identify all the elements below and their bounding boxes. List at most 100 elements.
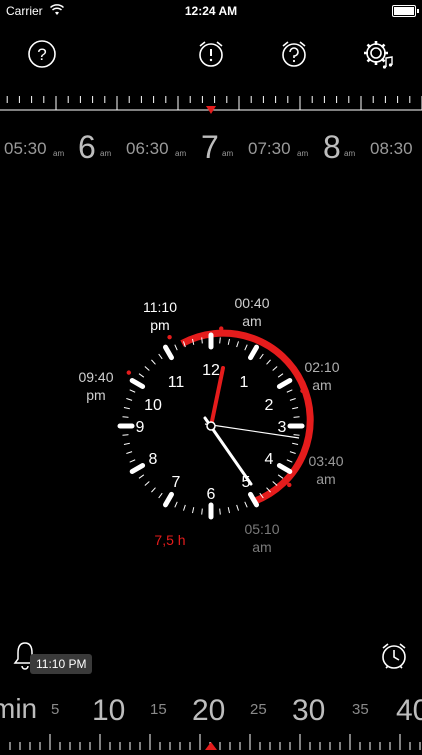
minute-tick xyxy=(259,353,264,360)
cycle-marker-0210am[interactable]: 02:10 am xyxy=(294,358,350,394)
hour-tick xyxy=(276,378,293,389)
minute-tick xyxy=(272,366,278,371)
cycle-marker-1110pm[interactable]: 11:10 pm xyxy=(132,298,188,334)
cycle-marker-0940pm[interactable]: 09:40 pm xyxy=(68,368,124,404)
minute-tick xyxy=(123,442,130,445)
minute-tick xyxy=(151,487,156,493)
ruler-label-25: 25 xyxy=(250,701,267,718)
svg-text:am: am xyxy=(175,149,186,158)
wake-ruler-graphic[interactable]: 05:30 am 6 am 06:30 am 7 am 07:30 am 8 a… xyxy=(0,86,422,166)
svg-text:am: am xyxy=(53,149,64,158)
battery-icon xyxy=(392,5,419,17)
minute-tick xyxy=(123,407,130,410)
minute-tick xyxy=(286,459,293,463)
minute-tick xyxy=(277,474,284,479)
minute-tick xyxy=(227,338,230,345)
minute-tick xyxy=(144,481,150,486)
cycle-dot xyxy=(126,370,132,375)
sleep-duration: 7,5 h xyxy=(154,532,186,548)
cycle-dot xyxy=(287,482,292,488)
clock-number-12: 12 xyxy=(202,362,220,379)
wake-label-0630: 06:30 xyxy=(126,139,169,158)
ruler-label-30: 30 xyxy=(292,694,325,727)
clock-number-8: 8 xyxy=(149,451,158,468)
minute-tick xyxy=(244,501,248,508)
clock-face: 12 1 2 3 4 5 6 7 8 9 10 11 xyxy=(117,326,314,520)
svg-text:am: am xyxy=(100,149,111,158)
wake-label-0530: 05:30 xyxy=(4,139,47,158)
minute-tick xyxy=(201,337,203,344)
minute-tick xyxy=(293,434,300,436)
ruler-label-35: 35 xyxy=(352,701,369,718)
clock-number-11: 11 xyxy=(168,374,185,391)
ruler-label-40: 40 xyxy=(396,694,422,727)
minute-tick xyxy=(129,389,136,393)
duration-ruler[interactable]: min 5 10 15 20 25 30 35 40 xyxy=(0,680,422,750)
alarm-warning-icon[interactable] xyxy=(195,38,227,70)
alarm-clock-icon[interactable] xyxy=(378,640,410,672)
status-time: 12:24 AM xyxy=(184,4,238,18)
ruler-label-20: 20 xyxy=(192,694,225,727)
minute-tick xyxy=(293,416,300,418)
cycle-marker-0340am[interactable]: 03:40 am xyxy=(298,452,354,488)
hour-tick xyxy=(248,344,259,361)
hour-tick xyxy=(129,378,146,389)
minute-tick xyxy=(272,481,278,486)
clock-number-6: 6 xyxy=(207,486,216,503)
minute-tick xyxy=(122,434,129,436)
minute-tick xyxy=(183,504,186,511)
duration-ruler-graphic[interactable]: min 5 10 15 20 25 30 35 40 xyxy=(0,680,422,750)
minute-tick xyxy=(244,344,248,351)
wake-label-8: 8 xyxy=(323,129,341,165)
ruler-pointer-icon xyxy=(205,742,217,750)
minute-tick xyxy=(192,507,195,514)
help-icon[interactable]: ? xyxy=(26,38,58,70)
ruler-label-10: 10 xyxy=(92,694,125,727)
hour-tick xyxy=(163,344,174,361)
hour-tick xyxy=(248,491,259,508)
bedtime-tooltip: 11:10 PM xyxy=(30,654,93,674)
cycle-dot xyxy=(265,343,270,348)
minute-tick xyxy=(144,366,150,371)
minute-tick xyxy=(129,459,136,463)
clock-center xyxy=(206,421,216,431)
minute-tick xyxy=(122,416,129,418)
ruler-label-5: 5 xyxy=(51,701,59,718)
minute-tick xyxy=(126,398,133,401)
minute-tick xyxy=(236,341,239,348)
minute-tick xyxy=(227,507,230,514)
cycle-marker-0510am[interactable]: 05:10 am xyxy=(234,520,290,556)
hour-tick xyxy=(276,463,293,474)
wake-label-7: 7 xyxy=(201,129,219,165)
minute-tick xyxy=(289,398,296,401)
wake-label-0730: 07:30 xyxy=(248,139,291,158)
svg-text:am: am xyxy=(297,149,308,158)
wake-label-6: 6 xyxy=(78,129,96,165)
clock-number-10: 10 xyxy=(144,397,162,414)
minute-tick xyxy=(158,353,163,360)
hour-tick xyxy=(163,491,174,508)
minute-tick xyxy=(126,451,133,454)
settings-music-icon[interactable] xyxy=(362,38,394,70)
cycle-dot xyxy=(306,432,311,437)
alarm-question-icon[interactable] xyxy=(278,38,310,70)
minute-tick xyxy=(138,474,145,479)
clock-number-4: 4 xyxy=(265,451,274,468)
cycle-marker-0040am[interactable]: 00:40 am xyxy=(224,294,280,330)
minute-tick xyxy=(289,451,296,454)
minute-tick xyxy=(158,492,163,499)
clock-number-3: 3 xyxy=(278,419,287,436)
minute-tick xyxy=(138,373,145,378)
wake-time-ruler[interactable]: 05:30 am 6 am 06:30 am 7 am 07:30 am 8 a… xyxy=(0,86,422,166)
minute-tick xyxy=(292,442,299,445)
minute-tick xyxy=(277,373,284,378)
clock-number-7: 7 xyxy=(172,474,181,491)
minute-tick xyxy=(292,407,299,410)
minute-tick xyxy=(236,504,239,511)
svg-text:am: am xyxy=(222,149,233,158)
minute-tick xyxy=(266,359,271,365)
hour-tick xyxy=(129,463,146,474)
clock-number-2: 2 xyxy=(265,397,274,414)
clock-number-9: 9 xyxy=(136,419,145,436)
ruler-unit-label: min xyxy=(0,693,37,724)
